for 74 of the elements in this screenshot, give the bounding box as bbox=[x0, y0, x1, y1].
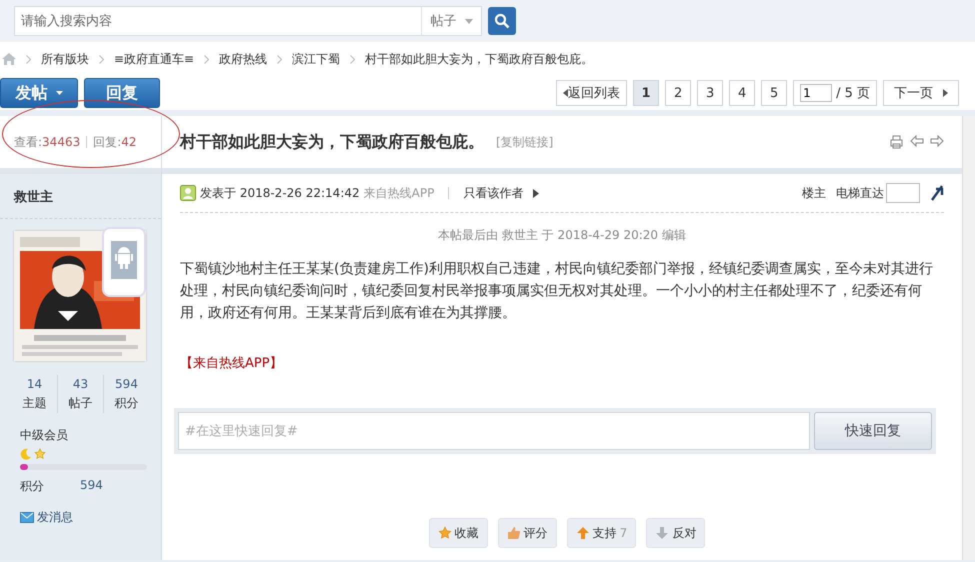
breadcrumb-link[interactable]: 村干部如此胆大妄为，下蜀政府百般包庇。 bbox=[365, 50, 594, 68]
post-time: 发表于 2018-2-26 22:14:42 bbox=[200, 184, 360, 202]
post-source: 来自热线APP bbox=[364, 184, 434, 202]
quick-reply-field[interactable]: #在这里快速回复# bbox=[178, 412, 810, 450]
caret-icon bbox=[56, 91, 62, 95]
page-total: / 5 页 bbox=[836, 85, 870, 102]
page-number-input[interactable]: 1 bbox=[800, 84, 832, 102]
chevron-icon bbox=[277, 54, 282, 64]
stat-value[interactable]: 14 bbox=[26, 377, 42, 391]
replies-label: 回复: bbox=[93, 134, 122, 150]
page-button[interactable]: 1 bbox=[633, 80, 660, 106]
post-source-tag: 【来自热线APP】 bbox=[162, 324, 962, 372]
edit-note: 本帖最后由 救世主 于 2018-4-29 20:20 编辑 bbox=[437, 227, 687, 244]
star-icon bbox=[438, 526, 452, 540]
stat-label: 主题 bbox=[22, 396, 46, 410]
moon-icon bbox=[20, 448, 32, 460]
back-to-list-button[interactable]: 返回列表 bbox=[556, 80, 628, 106]
send-message-link[interactable]: 发消息 bbox=[37, 509, 73, 526]
android-phone-icon bbox=[102, 227, 146, 297]
chevron-icon bbox=[26, 54, 31, 64]
right-triangle-icon bbox=[533, 188, 540, 198]
page-button[interactable]: 3 bbox=[697, 80, 724, 106]
right-triangle-icon bbox=[943, 89, 948, 97]
page-button[interactable]: 2 bbox=[665, 80, 692, 106]
post-body: 下蜀镇沙地村主任王某某(负责建房工作)利用职权自己违建，村民向镇纪委部门举报，经镇纪委调查属实，至今未对其进行处理，村民向镇纪委询问时，镇纪委回复村民举报事项属实但无权对其处理。一个小小的村主任都处理不了，纪委还有何用，政府还有何用。王某某背后到底有谁在为其撑腰。 bbox=[179, 260, 934, 323]
left-triangle-icon bbox=[563, 89, 568, 97]
search-button[interactable] bbox=[488, 7, 516, 35]
stat-value[interactable]: 594 bbox=[115, 377, 138, 391]
thumbs-up-icon bbox=[506, 526, 521, 540]
search-field[interactable]: 请输入搜索内容 帖子 bbox=[14, 6, 482, 36]
page-button[interactable]: 5 bbox=[761, 80, 788, 106]
up-arrow-icon bbox=[576, 526, 590, 540]
floor-input[interactable] bbox=[886, 183, 920, 203]
breadcrumb-link[interactable]: 滨江下蜀 bbox=[292, 50, 340, 68]
envelope-icon bbox=[20, 512, 34, 523]
breadcrumb-link[interactable]: 政府热线 bbox=[219, 50, 268, 68]
down-arrow-icon bbox=[655, 526, 670, 540]
points-value: 594 bbox=[80, 478, 103, 494]
quick-reply-button[interactable]: 快速回复 bbox=[814, 412, 932, 450]
home-icon[interactable] bbox=[2, 53, 16, 65]
right-arrow-icon[interactable] bbox=[930, 135, 944, 147]
jump-label: 电梯直达 bbox=[836, 184, 884, 202]
views-count: 34463 bbox=[42, 135, 80, 149]
stat-value[interactable]: 43 bbox=[72, 377, 88, 391]
new-post-button[interactable]: 发帖 bbox=[0, 78, 78, 108]
views-label: 查看: bbox=[14, 134, 42, 150]
only-author-link[interactable]: 只看该作者 bbox=[463, 184, 524, 202]
favorite-button[interactable]: 收藏 bbox=[428, 518, 488, 548]
breadcrumb-link[interactable]: ≡政府直通车≡ bbox=[114, 50, 194, 68]
oppose-button[interactable]: 反对 bbox=[646, 518, 706, 548]
thread-title: 村干部如此胆大妄为，下蜀政府百般包庇。 bbox=[180, 132, 484, 152]
page-button[interactable]: 4 bbox=[729, 80, 756, 106]
left-arrow-icon[interactable] bbox=[910, 135, 924, 147]
chevron-icon bbox=[204, 54, 210, 64]
member-rank: 中级会员 bbox=[19, 427, 69, 444]
rate-button[interactable]: 评分 bbox=[498, 518, 557, 548]
breadcrumb-link[interactable]: 所有版块 bbox=[41, 50, 89, 68]
replies-count: 42 bbox=[121, 135, 137, 149]
jump-icon[interactable] bbox=[930, 185, 944, 201]
support-button[interactable]: 支持 7 bbox=[566, 518, 636, 548]
star-icon bbox=[34, 448, 46, 460]
search-icon bbox=[494, 13, 510, 29]
print-icon[interactable] bbox=[889, 135, 904, 149]
next-page-button[interactable]: 下一页 bbox=[883, 80, 959, 106]
chevron-icon bbox=[350, 54, 356, 64]
floor-label: 楼主 bbox=[802, 184, 826, 202]
stat-label: 帖子 bbox=[68, 396, 92, 410]
reply-button[interactable]: 回复 bbox=[84, 78, 160, 108]
author-name[interactable]: 救世主 bbox=[0, 174, 161, 219]
chevron-icon bbox=[99, 54, 104, 64]
points-label: 积分 bbox=[20, 478, 44, 495]
user-icon bbox=[180, 185, 196, 201]
stat-label: 积分 bbox=[114, 396, 138, 410]
caret-icon bbox=[464, 18, 472, 24]
